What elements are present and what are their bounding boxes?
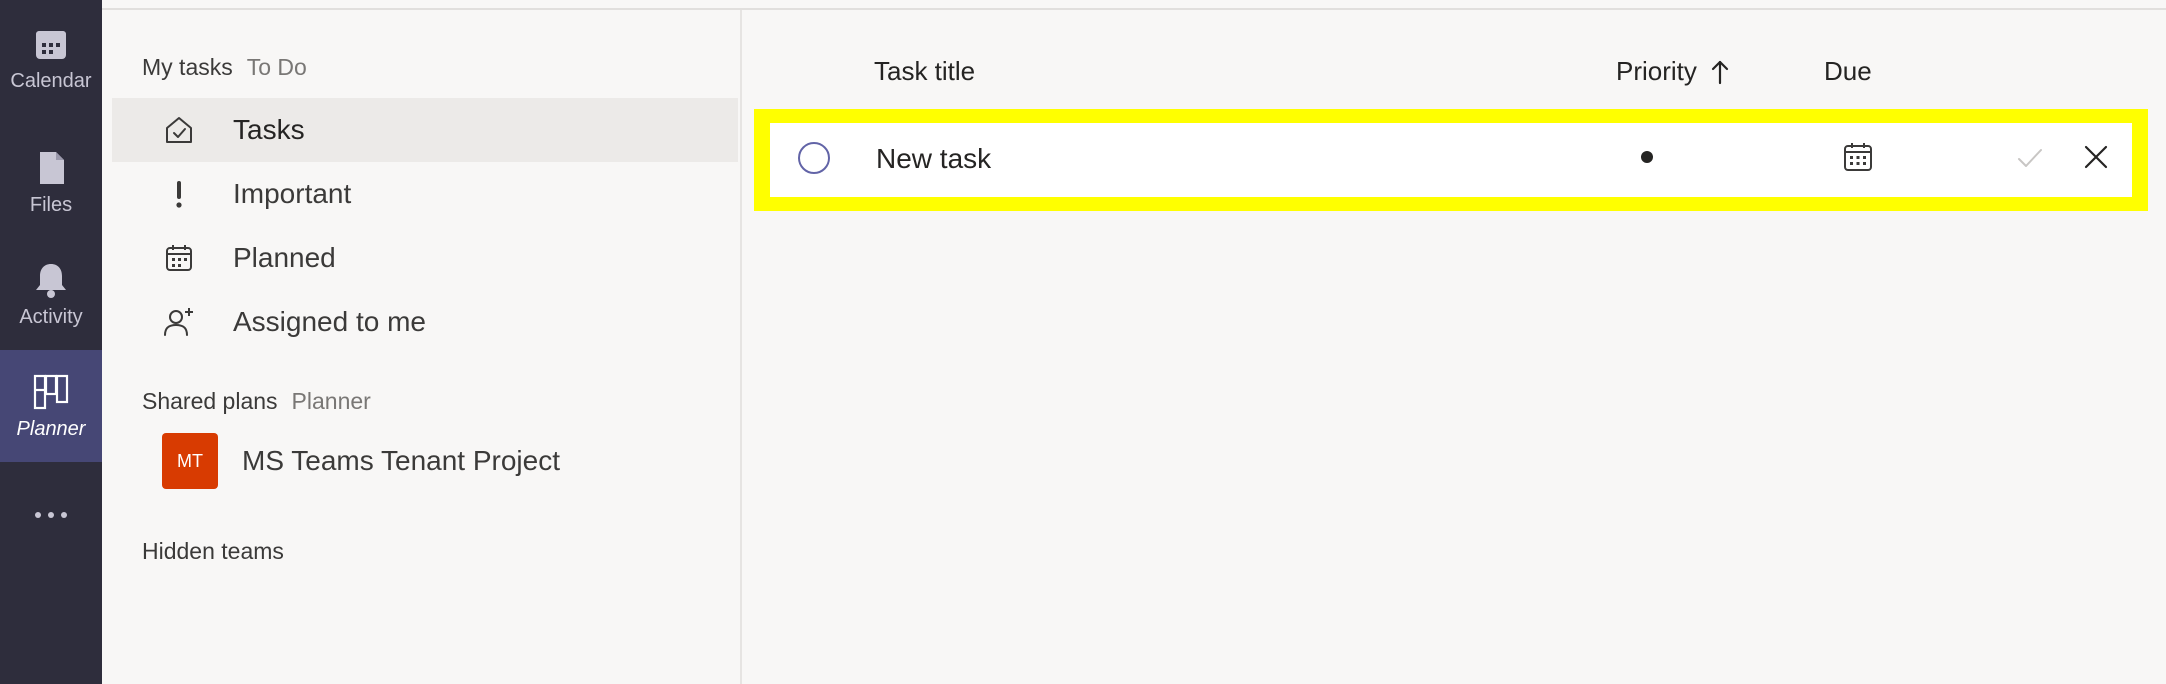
- rail-item-files[interactable]: Files: [0, 126, 102, 238]
- nav-label-important: Important: [233, 178, 352, 209]
- rail-label-activity: Activity: [19, 305, 83, 328]
- new-task-title-input[interactable]: [876, 137, 1576, 181]
- plan-avatar: MT: [162, 433, 218, 489]
- nav-item-important[interactable]: Important: [112, 162, 738, 226]
- my-tasks-title: My tasks: [142, 54, 233, 80]
- more-dot: [35, 512, 41, 518]
- calendar-icon[interactable]: [1841, 140, 1875, 174]
- column-header-due[interactable]: Due: [1824, 56, 1872, 87]
- plan-item[interactable]: MT MS Teams Tenant Project: [162, 433, 560, 489]
- rail-item-calendar[interactable]: Calendar: [0, 2, 102, 114]
- nav-item-tasks[interactable]: Tasks: [112, 98, 738, 162]
- person-add-icon: [162, 305, 196, 339]
- close-icon[interactable]: [2082, 143, 2110, 171]
- more-horizontal-icon[interactable]: [0, 480, 102, 550]
- rail-label-files: Files: [29, 193, 73, 216]
- more-dot: [61, 512, 67, 518]
- nav-item-assigned-to-me[interactable]: Assigned to me: [112, 290, 738, 354]
- more-dot: [48, 512, 54, 518]
- nav-label-planned: Planned: [233, 242, 336, 273]
- nav-label-tasks: Tasks: [233, 114, 305, 145]
- rail-item-planner[interactable]: Planner: [0, 350, 102, 462]
- column-header-task-title: Task title: [874, 56, 976, 86]
- column-header-priority[interactable]: Priority: [1616, 56, 1731, 87]
- priority-label: Priority: [1616, 56, 1697, 86]
- shared-plans-header: Shared plans Planner: [142, 388, 371, 415]
- hidden-teams-link[interactable]: Hidden teams: [142, 538, 284, 565]
- home-check-icon: [162, 113, 196, 147]
- app-rail: Calendar Files Activity Planner: [0, 0, 102, 684]
- my-tasks-header: My tasks To Do: [142, 54, 307, 81]
- bell-icon: [36, 263, 66, 298]
- nav-label-assigned-to-me: Assigned to me: [233, 306, 426, 337]
- rail-label-calendar: Calendar: [10, 69, 92, 92]
- calendar-icon: [36, 30, 66, 59]
- hidden-teams-label: Hidden teams: [142, 538, 284, 564]
- new-task-row: [770, 123, 2132, 197]
- tasks-nav-pane: My tasks To Do Tasks Important Planned A…: [102, 10, 742, 684]
- nav-item-planned[interactable]: Planned: [112, 226, 738, 290]
- rail-item-activity[interactable]: Activity: [0, 238, 102, 350]
- exclamation-icon: [162, 177, 196, 211]
- shared-plans-source: Planner: [291, 388, 371, 414]
- complete-task-checkbox[interactable]: [798, 142, 830, 174]
- plan-name: MS Teams Tenant Project: [242, 445, 561, 476]
- rail-label-planner: Planner: [16, 417, 86, 440]
- file-icon: [40, 151, 64, 184]
- checkmark-icon[interactable]: [2016, 144, 2044, 172]
- planner-icon: [33, 374, 69, 409]
- calendar-icon: [162, 241, 196, 275]
- my-tasks-source: To Do: [246, 54, 307, 80]
- arrow-up-icon: [1711, 60, 1729, 84]
- shared-plans-title: Shared plans: [142, 388, 278, 414]
- priority-selector[interactable]: [1641, 151, 1653, 163]
